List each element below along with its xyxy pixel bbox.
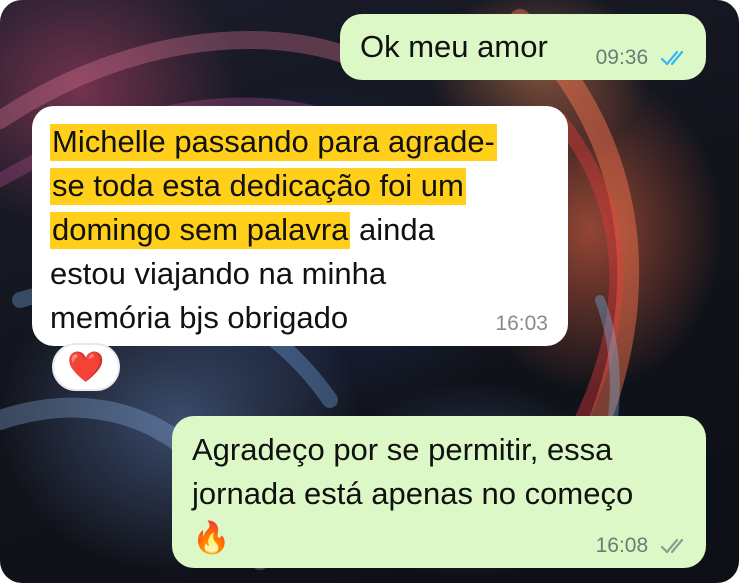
fire-emoji: 🔥 [192, 520, 231, 555]
read-receipt-icon [660, 51, 684, 66]
message-text-line: memória bjs obrigado [50, 300, 349, 335]
message-outgoing[interactable]: Agradeço por se permitir, essa jornada e… [172, 416, 706, 568]
message-meta: 09:36 [596, 46, 690, 70]
message-time: 09:36 [595, 46, 649, 69]
message-text: Michelle passando para agrade- se toda e… [50, 120, 497, 340]
message-text-line: estou viajando na minha [50, 256, 387, 291]
heart-reaction-icon[interactable]: ❤️ [52, 343, 120, 391]
chat-screen: Ok meu amor 09:36 Michelle passando para… [0, 0, 739, 583]
message-text: Agradeço por se permitir, essa jornada e… [192, 428, 633, 560]
delivered-receipt-icon [660, 539, 684, 554]
message-meta: 16:08 [596, 534, 690, 558]
highlighted-text: domingo sem palavra [50, 212, 351, 249]
message-text-line: ainda [350, 212, 435, 247]
highlighted-text: se toda esta dedicação foi um [50, 168, 466, 205]
message-text-line: jornada está apenas no começo [192, 476, 634, 511]
message-text-line: Agradeço por se permitir, essa [192, 432, 613, 467]
message-incoming[interactable]: Michelle passando para agrade- se toda e… [32, 106, 568, 346]
highlighted-text: Michelle passando para agrade- [50, 124, 497, 161]
message-time: 16:08 [595, 534, 649, 557]
message-text: Ok meu amor [360, 29, 548, 64]
message-time: 16:03 [495, 312, 548, 335]
message-outgoing[interactable]: Ok meu amor 09:36 [340, 14, 706, 80]
